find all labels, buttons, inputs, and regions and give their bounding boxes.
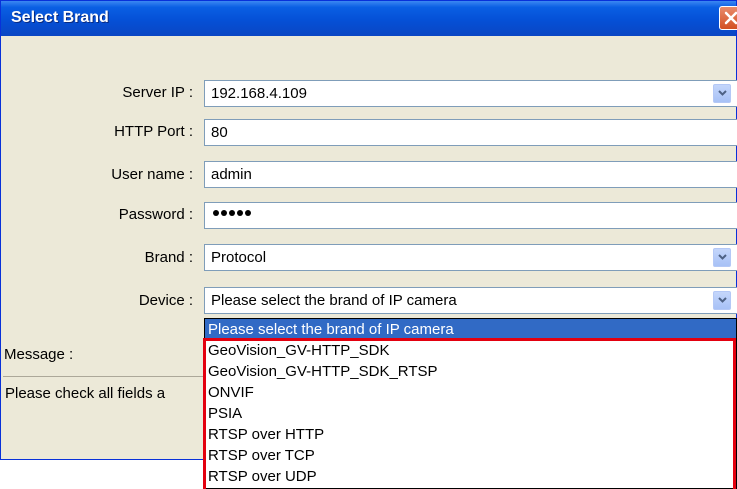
password-dot <box>213 210 219 216</box>
dropdown-option[interactable]: RTSP over TCP <box>205 445 736 466</box>
dropdown-option[interactable]: GeoVision_GV-HTTP_SDK_RTSP <box>205 361 736 382</box>
chevron-down-icon <box>718 90 727 96</box>
close-icon <box>724 11 737 25</box>
password-mask <box>213 210 251 216</box>
window-title: Select Brand <box>11 9 109 26</box>
server-ip-value: 192.168.4.109 <box>211 85 307 102</box>
message-label: Message : <box>4 346 74 363</box>
close-button[interactable] <box>719 6 737 30</box>
chevron-down-icon <box>718 254 727 260</box>
message-text: Please check all fields a <box>5 385 166 402</box>
http-port-label: HTTP Port : <box>114 123 193 140</box>
title-bar[interactable]: Select Brand <box>1 1 736 36</box>
server-ip-combobox[interactable]: 192.168.4.109 <box>204 80 737 107</box>
device-label: Device : <box>138 292 193 309</box>
brand-label: Brand : <box>144 249 193 266</box>
dropdown-option[interactable]: ONVIF <box>205 382 736 403</box>
http-port-input[interactable]: 80 <box>204 119 737 146</box>
http-port-value: 80 <box>211 124 228 141</box>
dropdown-option[interactable]: PSIA <box>205 403 736 424</box>
device-value: Please select the brand of IP camera <box>211 292 457 309</box>
user-name-input[interactable]: admin <box>204 161 737 188</box>
password-dot <box>229 210 235 216</box>
server-ip-dropdown-button[interactable] <box>713 84 731 103</box>
device-dropdown-button[interactable] <box>713 291 731 310</box>
password-dot <box>221 210 227 216</box>
brand-dropdown-button[interactable] <box>713 248 731 267</box>
server-ip-label: Server IP : <box>122 84 193 101</box>
dropdown-option[interactable]: GeoVision_GV-HTTP_SDK <box>205 340 736 361</box>
brand-combobox[interactable]: Protocol <box>204 244 737 271</box>
password-label: Password : <box>118 206 193 223</box>
dropdown-option[interactable]: RTSP over UDP <box>205 466 736 487</box>
brand-value: Protocol <box>211 249 267 266</box>
device-dropdown-list: Please select the brand of IP camera GeoV… <box>204 318 737 489</box>
chevron-down-icon <box>718 297 727 303</box>
password-input[interactable] <box>204 202 737 229</box>
dropdown-option[interactable]: RTSP over HTTP <box>205 424 736 445</box>
user-name-label: User name : <box>111 166 193 183</box>
device-combobox[interactable]: Please select the brand of IP camera <box>204 287 737 314</box>
password-dot <box>237 210 243 216</box>
password-dot <box>245 210 251 216</box>
dropdown-option[interactable]: Please select the brand of IP camera <box>205 319 736 340</box>
user-name-value: admin <box>211 166 252 183</box>
